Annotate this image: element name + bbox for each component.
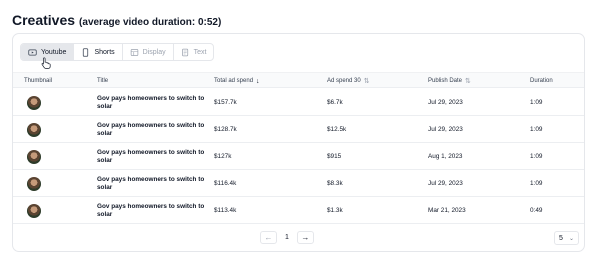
row-spend-30: $6.7k	[327, 99, 343, 106]
page-size-value: 5	[559, 234, 563, 242]
tab-youtube-label: Youtube	[41, 48, 67, 56]
column-publish-date-label: Publish Date	[428, 78, 463, 84]
row-title[interactable]: Gov pays homeowners to switch to solar	[97, 116, 207, 143]
tab-shorts[interactable]: Shorts	[74, 44, 123, 60]
column-title-label: Title	[97, 78, 109, 84]
row-duration: 1:09	[530, 180, 543, 187]
row-publish-date: Jul 29, 2023	[428, 126, 463, 133]
video-thumbnail[interactable]	[27, 176, 41, 191]
text-icon	[181, 48, 188, 56]
current-page: 1	[285, 234, 289, 241]
row-publish-date: Aug 1, 2023	[428, 153, 463, 160]
tab-text-label: Text	[193, 48, 207, 56]
row-title[interactable]: Gov pays homeowners to switch to solar	[97, 89, 207, 116]
video-thumbnail[interactable]	[27, 149, 41, 164]
row-title[interactable]: Gov pays homeowners to switch to solar	[97, 197, 207, 224]
column-header-thumbnail: Thumbnail	[24, 73, 52, 89]
column-thumbnail-label: Thumbnail	[24, 78, 53, 84]
video-thumbnail[interactable]	[27, 122, 41, 137]
sort-icon: ⇅	[363, 78, 370, 85]
tab-shorts-label: Shorts	[94, 48, 115, 56]
page-title: Creatives (average video duration: 0:52)	[12, 12, 221, 28]
hand-cursor-icon	[41, 57, 51, 69]
row-total-spend: $116.4k	[214, 180, 237, 187]
row-duration: 0:49	[530, 207, 543, 214]
table-row[interactable]: Gov pays homeowners to switch to solar $…	[13, 170, 584, 197]
row-total-spend: $113.4k	[214, 207, 237, 214]
youtube-icon	[28, 49, 37, 55]
chevron-down-icon: ⌄	[568, 235, 574, 242]
page-subtitle: (average video duration: 0:52)	[79, 17, 222, 28]
tab-text[interactable]: Text	[174, 44, 214, 60]
table-row[interactable]: Gov pays homeowners to switch to solar $…	[13, 197, 584, 224]
row-title[interactable]: Gov pays homeowners to switch to solar	[97, 170, 207, 197]
column-header-publish-date[interactable]: Publish Date ⇅	[428, 73, 471, 89]
column-header-total-spend[interactable]: Total ad spend ↓	[214, 73, 260, 89]
row-duration: 1:09	[530, 99, 543, 106]
column-spend-30-label: Ad spend 30	[327, 78, 361, 84]
sort-descending-icon: ↓	[256, 77, 260, 85]
page-size-select[interactable]: 5 ⌄	[554, 231, 579, 245]
prev-page-button[interactable]: ←	[260, 231, 277, 244]
table-row[interactable]: Gov pays homeowners to switch to solar $…	[13, 143, 584, 170]
table-row[interactable]: Gov pays homeowners to switch to solar $…	[13, 116, 584, 143]
row-spend-30: $12.5k	[327, 126, 347, 133]
row-total-spend: $157.7k	[214, 99, 237, 106]
phone-icon	[83, 47, 89, 57]
page-title-text: Creatives	[12, 12, 76, 28]
arrow-right-icon: →	[301, 233, 310, 242]
table-header: Thumbnail Title Total ad spend ↓ Ad spen…	[13, 72, 584, 88]
row-total-spend: $127k	[214, 153, 232, 160]
pagination: ← 1 →	[260, 231, 314, 244]
column-header-title: Title	[97, 73, 108, 89]
row-publish-date: Jul 29, 2023	[428, 180, 463, 187]
row-title[interactable]: Gov pays homeowners to switch to solar	[97, 143, 207, 170]
row-total-spend: $128.7k	[214, 126, 237, 133]
column-header-duration: Duration	[530, 73, 553, 89]
column-header-spend-30[interactable]: Ad spend 30 ⇅	[327, 73, 370, 89]
row-publish-date: Mar 21, 2023	[428, 207, 466, 214]
tab-display[interactable]: Display	[123, 44, 174, 60]
row-publish-date: Jul 29, 2023	[428, 99, 463, 106]
table-row[interactable]: Gov pays homeowners to switch to solar $…	[13, 89, 584, 116]
tab-display-label: Display	[142, 48, 166, 56]
row-spend-30: $1.3k	[327, 207, 343, 214]
display-icon	[130, 48, 138, 56]
creatives-card: Youtube Shorts Display Text Thumbnail Ti…	[12, 33, 585, 252]
video-thumbnail[interactable]	[27, 95, 41, 110]
row-spend-30: $915	[327, 153, 342, 160]
arrow-left-icon: ←	[264, 233, 273, 242]
row-spend-30: $8.3k	[327, 180, 343, 187]
row-duration: 1:09	[530, 126, 543, 133]
row-duration: 1:09	[530, 153, 543, 160]
next-page-button[interactable]: →	[296, 231, 314, 244]
column-total-spend-label: Total ad spend	[214, 78, 254, 84]
video-thumbnail[interactable]	[27, 203, 41, 218]
column-duration-label: Duration	[530, 78, 553, 84]
sort-icon: ⇅	[465, 78, 471, 85]
